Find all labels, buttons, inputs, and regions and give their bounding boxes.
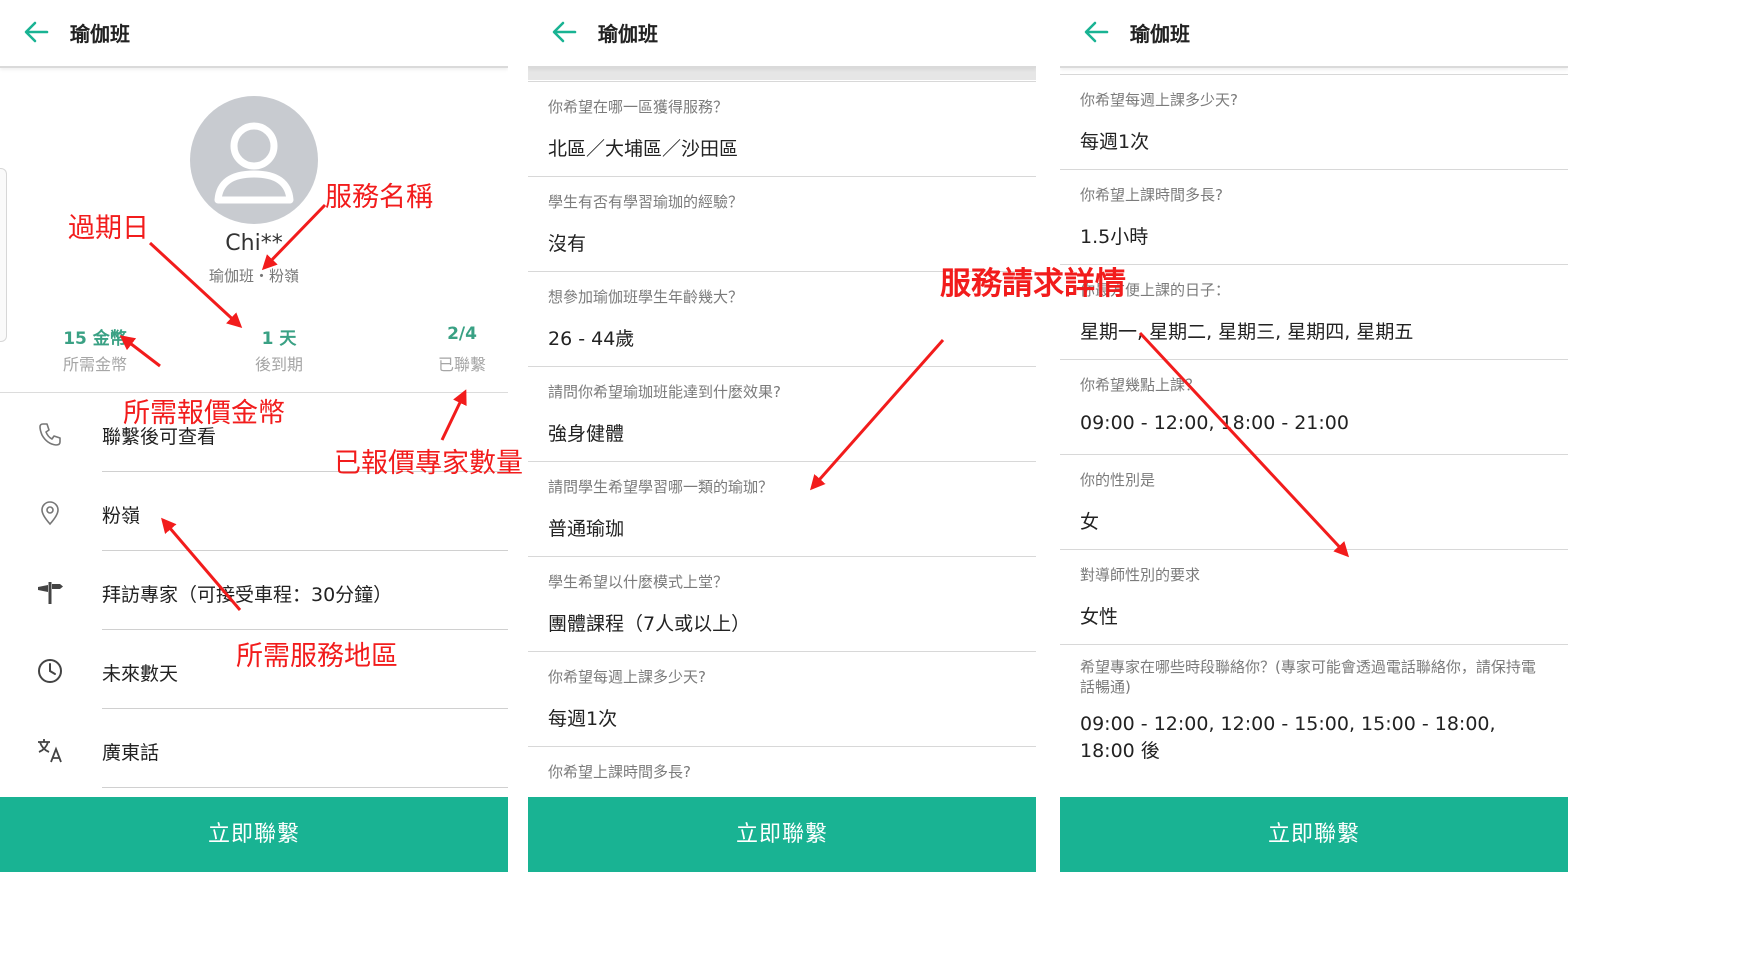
question-label: 學生有否有學習瑜珈的經驗？: [548, 193, 744, 211]
app-header: 瑜伽班: [1060, 0, 1568, 68]
question-answer: 強身健體: [548, 423, 625, 445]
contact-now-button[interactable]: 立即聯繫: [1060, 797, 1568, 872]
question-item: 請問你希望瑜珈班能達到什麼效果? 強身健體: [528, 366, 1036, 462]
question-item: 希望專家在哪些時段聯絡你？(專家可能會透過電話聯絡你，請保持電話暢通) 09:0…: [1060, 644, 1568, 805]
question-answer: 1.5小時: [1080, 226, 1149, 248]
question-label: 你的性別是: [1080, 471, 1156, 489]
question-label: 你希望上課時間多長?: [1080, 186, 1223, 204]
question-item: 你希望幾點上課？ 09:00 - 12:00, 18:00 - 21:00: [1060, 359, 1568, 455]
question-item: 你希望在哪一區獲得服務？ 北區／大埔區／沙田區: [528, 81, 1036, 177]
app-header: 瑜伽班: [528, 0, 1036, 68]
annotation-request-details: 服務請求詳情: [940, 266, 1126, 302]
question-answer: 26 - 44歲: [548, 328, 635, 350]
question-label: 想參加瑜伽班學生年齡幾大？: [548, 288, 744, 306]
request-details-screen-1: 瑜伽班 你希望在哪一區獲得服務？ 北區／大埔區／沙田區 學生有否有學習瑜珈的經驗…: [528, 0, 1036, 872]
question-label: 你希望幾點上課？: [1080, 376, 1201, 394]
contacted-label: 已聯繫: [437, 355, 486, 374]
question-answer: 星期一, 星期二, 星期三, 星期四, 星期五: [1080, 321, 1414, 343]
clock-icon: [38, 659, 62, 683]
question-label: 希望專家在哪些時段聯絡你？(專家可能會透過電話聯絡你，請保持電話暢通): [1080, 658, 1536, 696]
info-row-location[interactable]: 粉嶺: [0, 473, 508, 551]
page-title: 瑜伽班: [70, 22, 130, 46]
question-label: 你希望每週上課多少天?: [1080, 91, 1238, 109]
question-answer: 09:00 - 12:00, 18:00 - 21:00: [1080, 412, 1349, 434]
coins-required-value: 15 金幣: [63, 329, 127, 349]
person-icon: [214, 122, 294, 204]
contact-now-button[interactable]: 立即聯繫: [528, 797, 1036, 872]
question-answer: 北區／大埔區／沙田區: [548, 138, 739, 160]
question-answer: 每週1次: [1080, 131, 1150, 153]
question-answer: 女性: [1080, 606, 1119, 628]
info-row-visit-mode[interactable]: 拜訪專家（可接受車程：30分鐘）: [0, 552, 508, 630]
page-title: 瑜伽班: [1130, 22, 1190, 46]
annotation-service-name: 服務名稱: [325, 182, 433, 213]
question-item: 你最方便上課的日子： 星期一, 星期二, 星期三, 星期四, 星期五: [1060, 264, 1568, 360]
page-title: 瑜伽班: [598, 22, 658, 46]
question-item: 學生希望以什麼模式上堂？ 團體課程（7人或以上）: [528, 556, 1036, 652]
question-label: 你希望在哪一區獲得服務？: [548, 98, 729, 116]
question-answer: 女: [1080, 511, 1100, 533]
app-header: 瑜伽班: [0, 0, 508, 68]
contact-now-button[interactable]: 立即聯繫: [0, 797, 508, 872]
question-answer: 每週1次: [548, 708, 618, 730]
question-item: 對導師性別的要求 女性: [1060, 549, 1568, 645]
question-label: 學生希望以什麼模式上堂？: [548, 573, 729, 591]
row-divider: [102, 708, 508, 709]
row-divider: [102, 629, 508, 630]
info-row-language[interactable]: 廣東話: [0, 710, 508, 788]
coins-required-label: 所需金幣: [62, 355, 127, 374]
question-answer: 沒有: [548, 233, 587, 255]
question-item: 你希望上課時間多長? 1.5小時: [1060, 169, 1568, 265]
language-text: 廣東話: [102, 742, 160, 764]
question-label: 對導師性別的要求: [1080, 566, 1201, 584]
annotation-required-coins: 所需報價金幣: [123, 398, 285, 429]
question-item: 請問學生希望學習哪一類的瑜珈？ 普通瑜珈: [528, 461, 1036, 557]
request-details-screen-2: 瑜伽班 你希望每週上課多少天? 每週1次 你希望上課時間多長? 1.5小時 你最…: [1060, 0, 1568, 872]
visit-mode-text: 拜訪專家（可接受車程：30分鐘）: [102, 584, 393, 606]
signpost-icon: [38, 582, 63, 604]
question-item: 你的性別是 女: [1060, 454, 1568, 550]
question-label: 你希望上課時間多長?: [548, 763, 691, 781]
question-answer: 團體課程（7人或以上）: [548, 613, 751, 635]
service-subtitle: 瑜伽班・粉嶺: [208, 267, 299, 285]
translate-icon: [38, 739, 62, 763]
question-item: 你希望每週上課多少天? 每週1次: [1060, 74, 1568, 170]
back-arrow-icon[interactable]: [1082, 18, 1110, 46]
expiry-value: 1 天: [261, 329, 297, 349]
contacted-value: 2/4: [447, 324, 477, 344]
question-label: 請問你希望瑜珈班能達到什麼效果?: [548, 383, 781, 401]
annotation-service-area: 所需服務地區: [236, 641, 398, 672]
back-arrow-icon[interactable]: [550, 18, 578, 46]
question-answer: 普通瑜珈: [548, 518, 625, 540]
time-text: 未來數天: [102, 663, 179, 685]
location-text: 粉嶺: [102, 505, 141, 527]
row-divider: [102, 550, 508, 551]
row-divider: [102, 787, 508, 788]
phone-icon: [39, 423, 61, 446]
question-item: 你希望每週上課多少天? 每週1次: [528, 651, 1036, 747]
location-pin-icon: [41, 501, 59, 526]
question-answer: 09:00 - 12:00, 12:00 - 15:00, 15:00 - 18…: [1080, 713, 1496, 762]
back-arrow-icon[interactable]: [22, 18, 50, 46]
scroll-shadow: [528, 68, 1036, 80]
annotation-expiry-date: 過期日: [68, 213, 149, 244]
question-label: 請問學生希望學習哪一類的瑜珈？: [548, 478, 774, 496]
expiry-label: 後到期: [254, 355, 303, 374]
request-overview-screen: 瑜伽班 Chi** 瑜伽班・粉嶺 15 金幣 所需金幣 1 天 後到期 2/4 …: [0, 0, 508, 872]
question-label: 你希望每週上課多少天?: [548, 668, 706, 686]
avatar: [190, 96, 318, 224]
annotation-quoted-experts: 已報價專家數量: [334, 448, 523, 479]
